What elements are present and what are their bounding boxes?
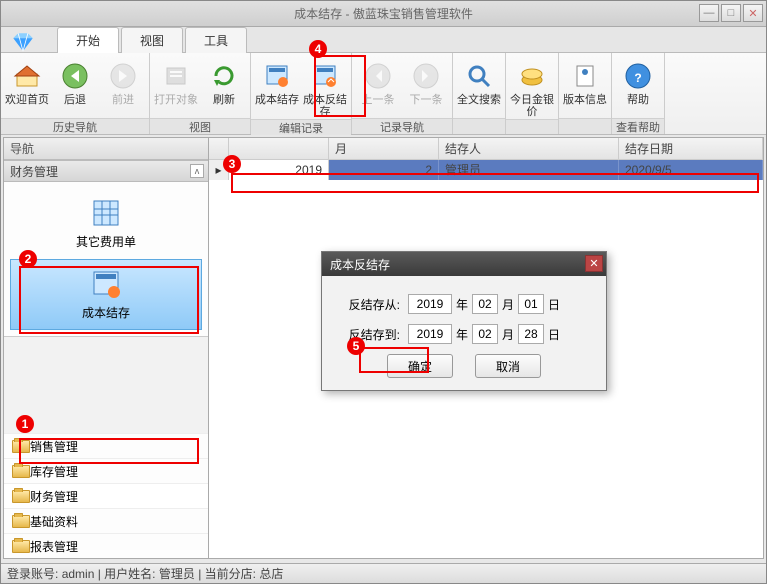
grid-row[interactable]: ▸ 2019 2 管理员 2020/9/5	[209, 160, 763, 180]
info-icon	[569, 60, 601, 92]
help-button[interactable]: ?帮助	[614, 57, 662, 107]
back-button[interactable]: 后退	[51, 57, 99, 107]
gold-icon	[516, 60, 548, 92]
cell-year: 2019	[229, 160, 329, 180]
nav-cat-finance[interactable]: 财务管理	[4, 483, 208, 508]
tab-start[interactable]: 开始	[57, 27, 119, 53]
status-bar: 登录账号: admin | 用户姓名: 管理员 | 当前分店: 总店	[1, 563, 766, 583]
folder-icon	[12, 540, 30, 553]
to-year-input[interactable]	[408, 324, 452, 344]
close-button[interactable]: ✕	[743, 4, 763, 22]
grid-header: 月 结存人 结存日期	[209, 138, 763, 160]
home-button[interactable]: 欢迎首页	[3, 57, 51, 107]
tab-tools[interactable]: 工具	[185, 27, 247, 53]
cost-save-icon	[261, 60, 293, 92]
cost-icon	[90, 268, 122, 300]
forward-button[interactable]: 前进	[99, 57, 147, 107]
to-month-input[interactable]	[472, 324, 498, 344]
callout-3: 3	[223, 155, 241, 173]
from-day-input[interactable]	[518, 294, 544, 314]
cell-date: 2020/9/5	[619, 160, 763, 180]
back-icon	[59, 60, 91, 92]
dialog-title-bar[interactable]: 成本反结存 ✕	[322, 252, 606, 276]
forward-icon	[107, 60, 139, 92]
nav-cat-reports[interactable]: 报表管理	[4, 533, 208, 558]
ribbon-toolbar: 欢迎首页 后退 前进 历史导航 打开对象 刷新 视图 成本结存 成本反结存 编辑…	[1, 53, 766, 135]
next-record-button[interactable]: 下一条	[402, 57, 450, 107]
to-label: 反结存到:	[338, 326, 400, 343]
next-icon	[410, 60, 442, 92]
cancel-button[interactable]: 取消	[475, 354, 541, 378]
chevron-up-icon[interactable]: ʌ	[190, 164, 204, 178]
nav-item-cost-save[interactable]: 成本结存	[10, 259, 202, 330]
cost-reverse-button[interactable]: 成本反结存	[301, 57, 349, 119]
from-label: 反结存从:	[338, 296, 400, 313]
maximize-button[interactable]: □	[721, 4, 741, 22]
prev-icon	[362, 60, 394, 92]
open-object-button[interactable]: 打开对象	[152, 57, 200, 107]
gold-price-button[interactable]: 今日金银价	[508, 57, 556, 119]
callout-4: 4	[309, 40, 327, 58]
reverse-close-dialog: 成本反结存 ✕ 反结存从: 年 月 日 反结存到: 年 月 日 确定 取消	[321, 251, 607, 391]
cost-reverse-icon	[309, 60, 341, 92]
dialog-close-button[interactable]: ✕	[585, 255, 603, 272]
nav-title: 导航	[4, 138, 208, 160]
help-icon: ?	[622, 60, 654, 92]
callout-1: 1	[16, 415, 34, 433]
nav-panel: 导航 财务管理 ʌ 其它费用单 成本结存 销售管理 库存管理 财务管理 基础资料…	[4, 138, 209, 558]
folder-icon	[12, 440, 30, 453]
refresh-icon	[208, 60, 240, 92]
cell-month: 2	[329, 160, 439, 180]
ok-button[interactable]: 确定	[387, 354, 453, 378]
tab-view[interactable]: 视图	[121, 27, 183, 53]
nav-cat-inventory[interactable]: 库存管理	[4, 458, 208, 483]
open-icon	[160, 60, 192, 92]
version-info-button[interactable]: 版本信息	[561, 57, 609, 107]
nav-cat-sales[interactable]: 销售管理	[4, 433, 208, 458]
title-bar: 成本结存 - 傲蓝珠宝销售管理软件 — □ ✕	[1, 1, 766, 27]
folder-icon	[12, 490, 30, 503]
minimize-button[interactable]: —	[699, 4, 719, 22]
nav-item-other-expense[interactable]: 其它费用单	[10, 188, 202, 259]
menu-tabs: 开始 视图 工具	[1, 27, 766, 53]
callout-5: 5	[347, 337, 365, 355]
fulltext-search-button[interactable]: 全文搜索	[455, 57, 503, 107]
nav-category-list: 销售管理 库存管理 财务管理 基础资料 报表管理	[4, 433, 208, 558]
cell-person: 管理员	[439, 160, 619, 180]
window-title: 成本结存 - 傲蓝珠宝销售管理软件	[294, 5, 473, 22]
prev-record-button[interactable]: 上一条	[354, 57, 402, 107]
app-gem-icon[interactable]	[7, 29, 39, 57]
svg-text:?: ?	[634, 71, 641, 85]
refresh-button[interactable]: 刷新	[200, 57, 248, 107]
sheet-icon	[90, 197, 122, 229]
home-icon	[11, 60, 43, 92]
nav-cat-basedata[interactable]: 基础资料	[4, 508, 208, 533]
nav-section-header[interactable]: 财务管理 ʌ	[4, 160, 208, 182]
search-icon	[463, 60, 495, 92]
from-month-input[interactable]	[472, 294, 498, 314]
from-year-input[interactable]	[408, 294, 452, 314]
to-day-input[interactable]	[518, 324, 544, 344]
cost-save-button[interactable]: 成本结存	[253, 57, 301, 107]
folder-icon	[12, 515, 30, 528]
folder-icon	[12, 465, 30, 478]
callout-2: 2	[19, 250, 37, 268]
